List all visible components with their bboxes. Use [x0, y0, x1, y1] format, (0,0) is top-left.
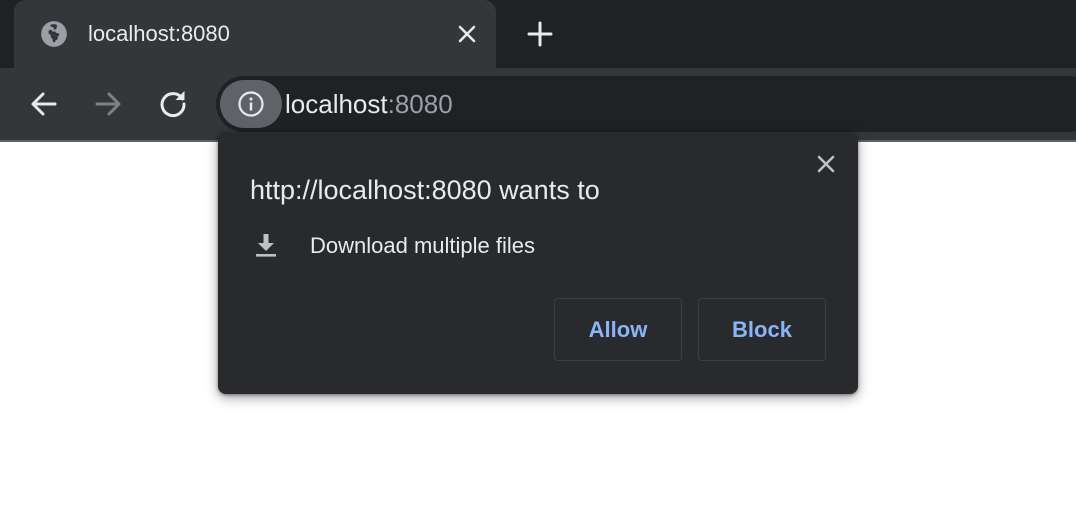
address-bar[interactable]: localhost:8080	[216, 76, 1076, 132]
arrow-right-icon[interactable]	[91, 87, 125, 121]
tab-title: localhost:8080	[88, 21, 230, 46]
download-icon	[256, 234, 276, 257]
globe-icon	[41, 21, 67, 47]
block-button[interactable]: Block	[698, 298, 826, 361]
arrow-left-icon[interactable]	[27, 87, 61, 121]
site-info-button[interactable]	[220, 80, 282, 128]
url-host: localhost	[285, 89, 388, 119]
allow-button[interactable]: Allow	[554, 298, 682, 361]
url-port: :8080	[387, 89, 453, 119]
permission-dialog: http://localhost:8080 wants to Download …	[218, 132, 858, 394]
close-icon[interactable]	[456, 23, 478, 45]
reload-icon[interactable]	[156, 87, 190, 121]
url-text: localhost:8080	[285, 89, 453, 119]
info-icon	[238, 91, 264, 117]
permission-label: Download multiple files	[310, 233, 535, 258]
plus-icon[interactable]	[526, 20, 554, 48]
close-icon[interactable]	[814, 152, 838, 176]
browser-tab[interactable]: localhost:8080	[14, 0, 496, 68]
browser-toolbar: localhost:8080	[0, 68, 1076, 140]
permission-dialog-title: http://localhost:8080 wants to	[250, 175, 600, 205]
tab-strip: localhost:8080	[0, 0, 1076, 68]
